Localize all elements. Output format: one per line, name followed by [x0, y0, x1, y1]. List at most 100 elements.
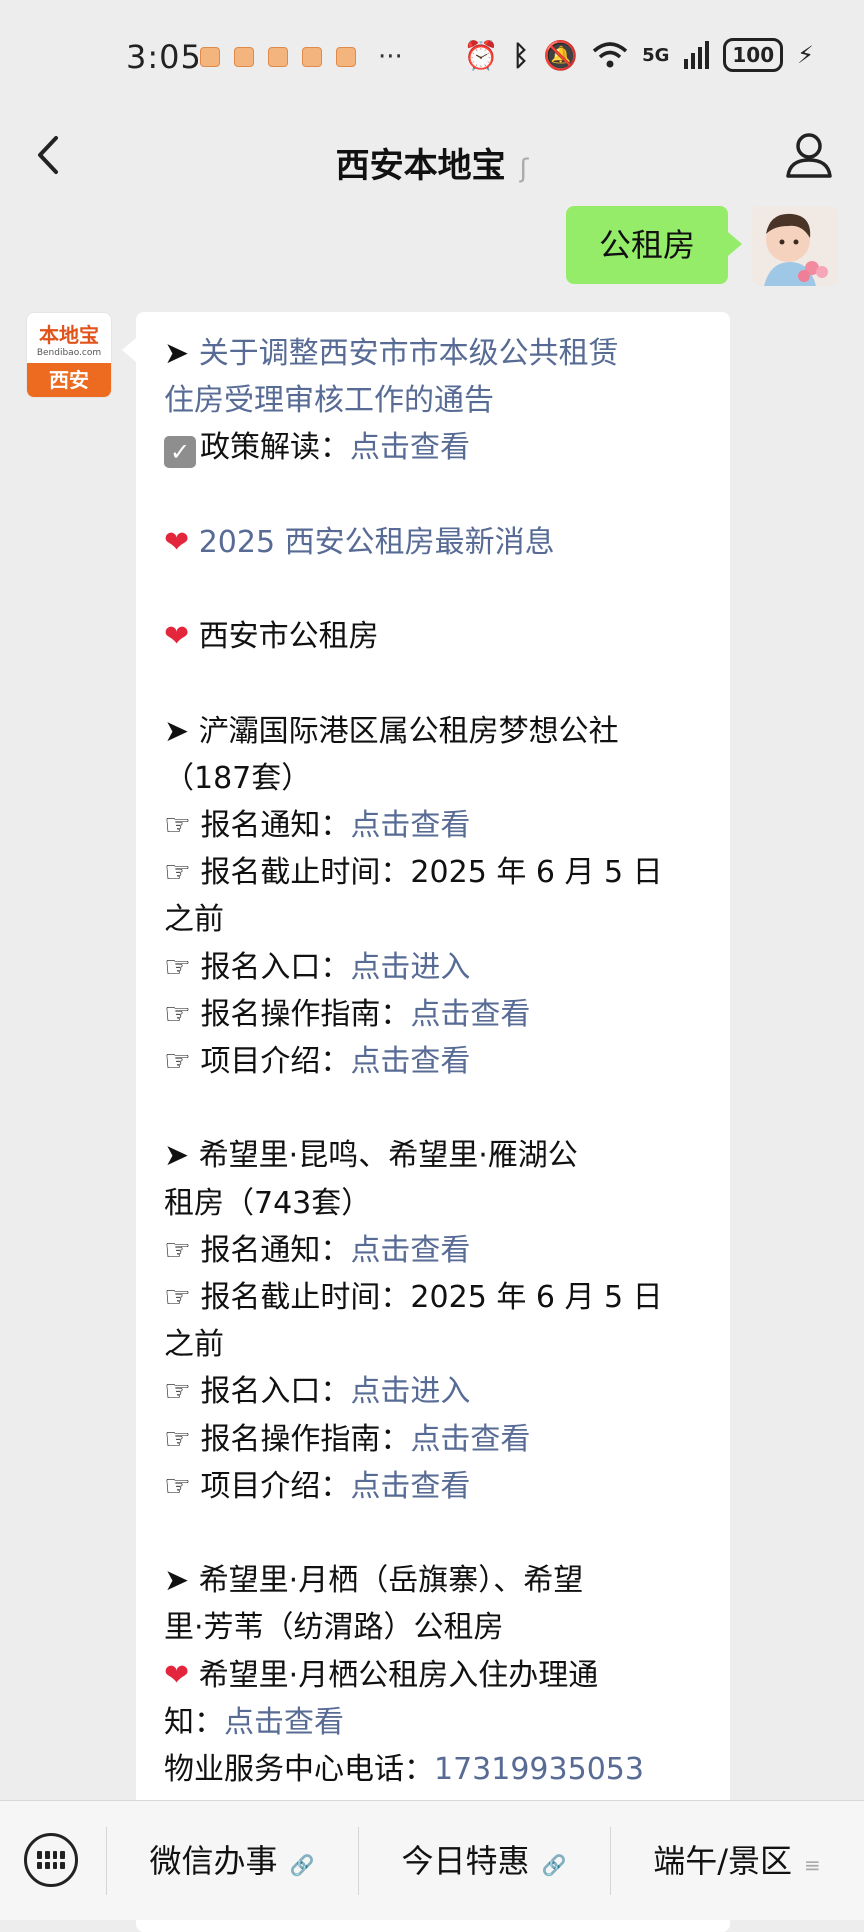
message-line: 租房（743套）	[164, 1180, 704, 1227]
arrow-icon: ➤	[164, 1138, 199, 1174]
message-link[interactable]: 点击查看	[224, 1705, 344, 1740]
app-notification-icon	[234, 47, 254, 67]
logo-domain: Bendibao.com	[36, 348, 102, 358]
message-line: ☞ 报名入口：点击进入	[164, 1368, 704, 1415]
message-line: 知：点击查看	[164, 1699, 704, 1746]
message-link[interactable]: 点击查看	[410, 997, 530, 1032]
menu-item-duanwu-jingqu[interactable]: 端午/景区 ≡	[610, 1801, 864, 1921]
message-text: 之前	[164, 902, 224, 938]
pointing-hand-icon: ☞	[164, 1468, 201, 1504]
link-icon: 🔗	[289, 1853, 315, 1877]
notification-icons: ···	[200, 42, 403, 72]
message-link[interactable]: 住房受理审核工作的通告	[164, 383, 494, 418]
message-link[interactable]: 点击查看	[350, 808, 470, 843]
profile-button[interactable]	[784, 130, 834, 184]
message-link[interactable]: 点击查看	[350, 1044, 470, 1079]
logo-text: 本地宝	[39, 323, 99, 347]
message-link[interactable]: 点击查看	[350, 1233, 470, 1268]
status-bar: 3:05 ··· ⏰ ᛒ 🔕 5G 100 ⚡	[0, 0, 864, 110]
message-line: ➤ 希望里·月栖（岳旗寨）、希望	[164, 1557, 704, 1604]
pointing-hand-icon: ☞	[164, 996, 201, 1032]
message-text: 报名操作指南：	[200, 1421, 411, 1457]
message-text: 希望里·昆鸣、希望里·雁湖公	[198, 1138, 578, 1174]
battery-icon: 100	[723, 38, 784, 72]
menu-item-weixin-banshi[interactable]: 微信办事 🔗	[106, 1801, 358, 1921]
message-link[interactable]: 点击进入	[350, 950, 470, 985]
message-line: 物业服务中心电话：17319935053	[164, 1746, 704, 1793]
checkbox-icon: ✓	[164, 436, 196, 469]
heart-icon: ❤	[164, 1657, 199, 1693]
message-text: 物业服务中心电话：	[164, 1752, 434, 1788]
message-text: 浐灞国际港区属公租房梦想公社	[198, 713, 619, 749]
menu-item-jinri-tehui[interactable]: 今日特惠 🔗	[358, 1801, 610, 1921]
message-line: ☞ 报名入口：点击进入	[164, 944, 704, 991]
message-line: 住房受理审核工作的通告	[164, 377, 704, 424]
mute-icon: 🔕	[543, 38, 579, 72]
message-text: 里·芳苇（纺渭路）公租房	[164, 1610, 504, 1646]
message-line: ☞ 项目介绍：点击查看	[164, 1463, 704, 1510]
message-line: ☞ 项目介绍：点击查看	[164, 1038, 704, 1085]
message-lines: ➤ 关于调整西安市市本级公共租赁住房受理审核工作的通告 ✓ 政策解读：点击查看 ❤ 2…	[164, 330, 704, 1793]
message-link[interactable]: 点击查看	[350, 430, 470, 465]
chat-title-text: 西安本地宝	[335, 146, 506, 186]
message-line: ✓ 政策解读：点击查看	[164, 424, 704, 471]
message-text: 项目介绍：	[200, 1044, 351, 1079]
bendibao-logo: 本地宝 Bendibao.com	[27, 313, 111, 363]
message-text: 报名截止时间：2025 年 6 月 5 日	[200, 855, 663, 891]
alarm-icon: ⏰	[463, 38, 499, 72]
message-text: 报名截止时间：2025 年 6 月 5 日	[200, 1280, 663, 1315]
message-line: ☞ 报名截止时间：2025 年 6 月 5 日	[164, 1274, 704, 1321]
logo-city: 西安	[27, 363, 111, 397]
message-text: 报名操作指南：	[200, 996, 411, 1032]
message-link[interactable]: 17319935053	[434, 1752, 644, 1787]
message-text: 报名通知：	[200, 1232, 351, 1268]
system-icons: ⏰ ᛒ 🔕 5G 100 ⚡	[464, 38, 814, 72]
message-line: ☞ 报名通知：点击查看	[164, 802, 704, 849]
message-link[interactable]: 点击进入	[350, 1374, 470, 1409]
pointing-hand-icon: ☞	[164, 1374, 201, 1410]
more-notifications-icon: ···	[378, 42, 403, 72]
app-notification-icon	[302, 47, 322, 67]
charging-icon: ⚡	[797, 41, 814, 69]
message-line: ☞ 报名截止时间：2025 年 6 月 5 日	[164, 849, 704, 896]
message-line: 之前	[164, 896, 704, 943]
message-line: ❤ 希望里·月栖公租房入住办理通	[164, 1652, 704, 1699]
pointing-hand-icon: ☞	[164, 1232, 201, 1268]
message-line: ❤ 西安市公租房	[164, 613, 704, 660]
message-text: 知：	[164, 1704, 224, 1740]
signal-icon: 5G	[642, 44, 670, 66]
chat-title: 西安本地宝 ʃ	[0, 138, 864, 187]
person-icon	[786, 133, 832, 178]
user-photo-icon	[752, 206, 838, 286]
app-notification-icon	[200, 47, 220, 67]
official-account-avatar[interactable]: 本地宝 Bendibao.com 西安	[26, 312, 112, 398]
keyboard-toggle-button[interactable]	[24, 1833, 78, 1887]
keyboard-icon	[37, 1851, 65, 1869]
message-link[interactable]: 点击查看	[350, 1469, 470, 1504]
user-avatar[interactable]	[752, 206, 838, 286]
message-line: ➤ 浐灞国际港区属公租房梦想公社	[164, 708, 704, 755]
message-text: 西安市公租房	[198, 619, 379, 655]
message-text: 报名入口：	[200, 1374, 351, 1410]
menu-item-label: 端午/景区	[653, 1842, 793, 1880]
message-text: 项目介绍：	[200, 1468, 351, 1504]
message-text: 希望里·月栖（岳旗寨）、希望	[198, 1563, 584, 1599]
message-line: ➤ 希望里·昆鸣、希望里·雁湖公	[164, 1132, 704, 1179]
message-line: （187套）	[164, 755, 704, 802]
chat-header: 西安本地宝 ʃ	[0, 110, 864, 210]
message-text: 希望里·月栖公租房入住办理通	[198, 1657, 599, 1693]
message-link[interactable]: 点击查看	[410, 1422, 530, 1457]
bluetooth-icon: ᛒ	[512, 38, 530, 72]
signal-bars-icon	[684, 41, 710, 69]
sent-message-bubble[interactable]: 公租房	[566, 206, 742, 284]
message-link[interactable]: 关于调整西安市市本级公共租赁	[199, 336, 619, 371]
pointing-hand-icon: ☞	[164, 1421, 201, 1457]
message-line: ☞ 报名操作指南：点击查看	[164, 1416, 704, 1463]
heart-icon: ❤	[164, 524, 199, 560]
arrow-icon: ➤	[164, 713, 199, 749]
message-line: 里·芳苇（纺渭路）公租房	[164, 1604, 704, 1651]
message-link[interactable]: 2025 西安公租房最新消息	[199, 525, 555, 560]
menu-item-label: 微信办事	[149, 1842, 278, 1880]
